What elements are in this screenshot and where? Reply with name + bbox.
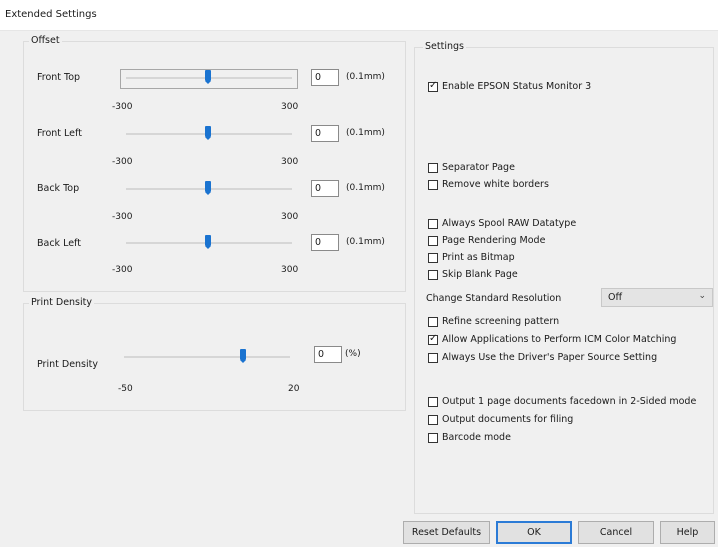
checkbox-label: Barcode mode [442, 432, 511, 443]
checkbox-box[interactable] [428, 180, 438, 190]
back-left-unit: (0.1mm) [346, 237, 385, 247]
checkbox-box[interactable] [428, 163, 438, 173]
print-density-value-input[interactable]: 0 [314, 346, 342, 363]
back-left-value-input[interactable]: 0 [311, 234, 339, 251]
checkbox-label: Output 1 page documents facedown in 2-Si… [442, 396, 697, 407]
title-bar: Extended Settings [0, 0, 718, 31]
checkbox-box[interactable] [428, 253, 438, 263]
print-density-label: Print Density [37, 359, 98, 370]
back-left-label: Back Left [37, 238, 81, 249]
front-top-slider-thumb[interactable] [205, 70, 211, 84]
dialog-title: Extended Settings [5, 9, 97, 20]
chevron-down-icon: ⌄ [698, 291, 706, 301]
print-density-max: 20 [288, 384, 300, 394]
back-top-min: -300 [112, 212, 133, 222]
back-top-label: Back Top [37, 183, 80, 194]
extended-settings-dialog: Extended Settings Offset Front Top -300 … [0, 0, 718, 547]
resolution-select-value: Off [608, 292, 623, 303]
front-left-slider-thumb[interactable] [205, 126, 211, 140]
back-left-max: 300 [281, 265, 299, 275]
checkbox-box[interactable] [428, 397, 438, 407]
checkbox-label: Always Spool RAW Datatype [442, 218, 577, 229]
checkbox-label: Allow Applications to Perform ICM Color … [442, 334, 677, 345]
checkbox-box[interactable]: ✓ [428, 80, 438, 92]
checkbox-box[interactable] [428, 415, 438, 425]
back-top-slider-thumb[interactable] [205, 181, 211, 195]
front-left-value-input[interactable]: 0 [311, 125, 339, 142]
checkbox-label: Output documents for filing [442, 414, 574, 425]
change-standard-resolution-label: Change Standard Resolution [426, 293, 562, 304]
front-top-min: -300 [112, 102, 133, 112]
front-top-label: Front Top [37, 72, 81, 83]
checkbox-label: Always Use the Driver's Paper Source Set… [442, 352, 658, 363]
cancel-button[interactable]: Cancel [578, 521, 654, 544]
checkmark-icon: ✓ [429, 80, 438, 91]
checkbox-box[interactable] [428, 219, 438, 229]
back-left-min: -300 [112, 265, 133, 275]
checkbox-box[interactable] [428, 236, 438, 246]
checkbox-box[interactable] [428, 317, 438, 327]
back-top-unit: (0.1mm) [346, 183, 385, 193]
ok-button[interactable]: OK [496, 521, 572, 544]
print-density-min: -50 [118, 384, 133, 394]
checkbox-box[interactable] [428, 433, 438, 443]
help-button[interactable]: Help [660, 521, 715, 544]
checkbox-box[interactable] [428, 353, 438, 363]
print-density-slider-track[interactable] [124, 356, 290, 358]
front-top-max: 300 [281, 102, 299, 112]
checkbox-label: Print as Bitmap [442, 252, 515, 263]
checkbox-box[interactable] [428, 270, 438, 280]
reset-defaults-button[interactable]: Reset Defaults [403, 521, 490, 544]
checkbox-label: Separator Page [442, 162, 515, 173]
checkbox-label: Remove white borders [442, 179, 549, 190]
checkbox-label: Skip Blank Page [442, 269, 518, 280]
settings-group-title: Settings [423, 41, 466, 52]
checkbox-label: Page Rendering Mode [442, 235, 546, 246]
front-left-unit: (0.1mm) [346, 128, 385, 138]
print-density-group-title: Print Density [29, 297, 94, 308]
back-left-slider-thumb[interactable] [205, 235, 211, 249]
settings-group [414, 47, 714, 514]
print-density-slider-thumb[interactable] [240, 349, 246, 363]
front-left-label: Front Left [37, 128, 82, 139]
front-left-min: -300 [112, 157, 133, 167]
front-left-max: 300 [281, 157, 299, 167]
front-top-value-input[interactable]: 0 [311, 69, 339, 86]
back-top-max: 300 [281, 212, 299, 222]
print-density-unit: (%) [345, 349, 361, 359]
checkbox-label: Refine screening pattern [442, 316, 560, 327]
front-top-unit: (0.1mm) [346, 72, 385, 82]
checkbox-box[interactable]: ✓ [428, 333, 438, 345]
checkbox-label: Enable EPSON Status Monitor 3 [442, 81, 592, 92]
offset-group-title: Offset [29, 35, 62, 46]
back-top-value-input[interactable]: 0 [311, 180, 339, 197]
resolution-select[interactable]: Off ⌄ [601, 288, 713, 307]
checkmark-icon: ✓ [429, 333, 438, 344]
